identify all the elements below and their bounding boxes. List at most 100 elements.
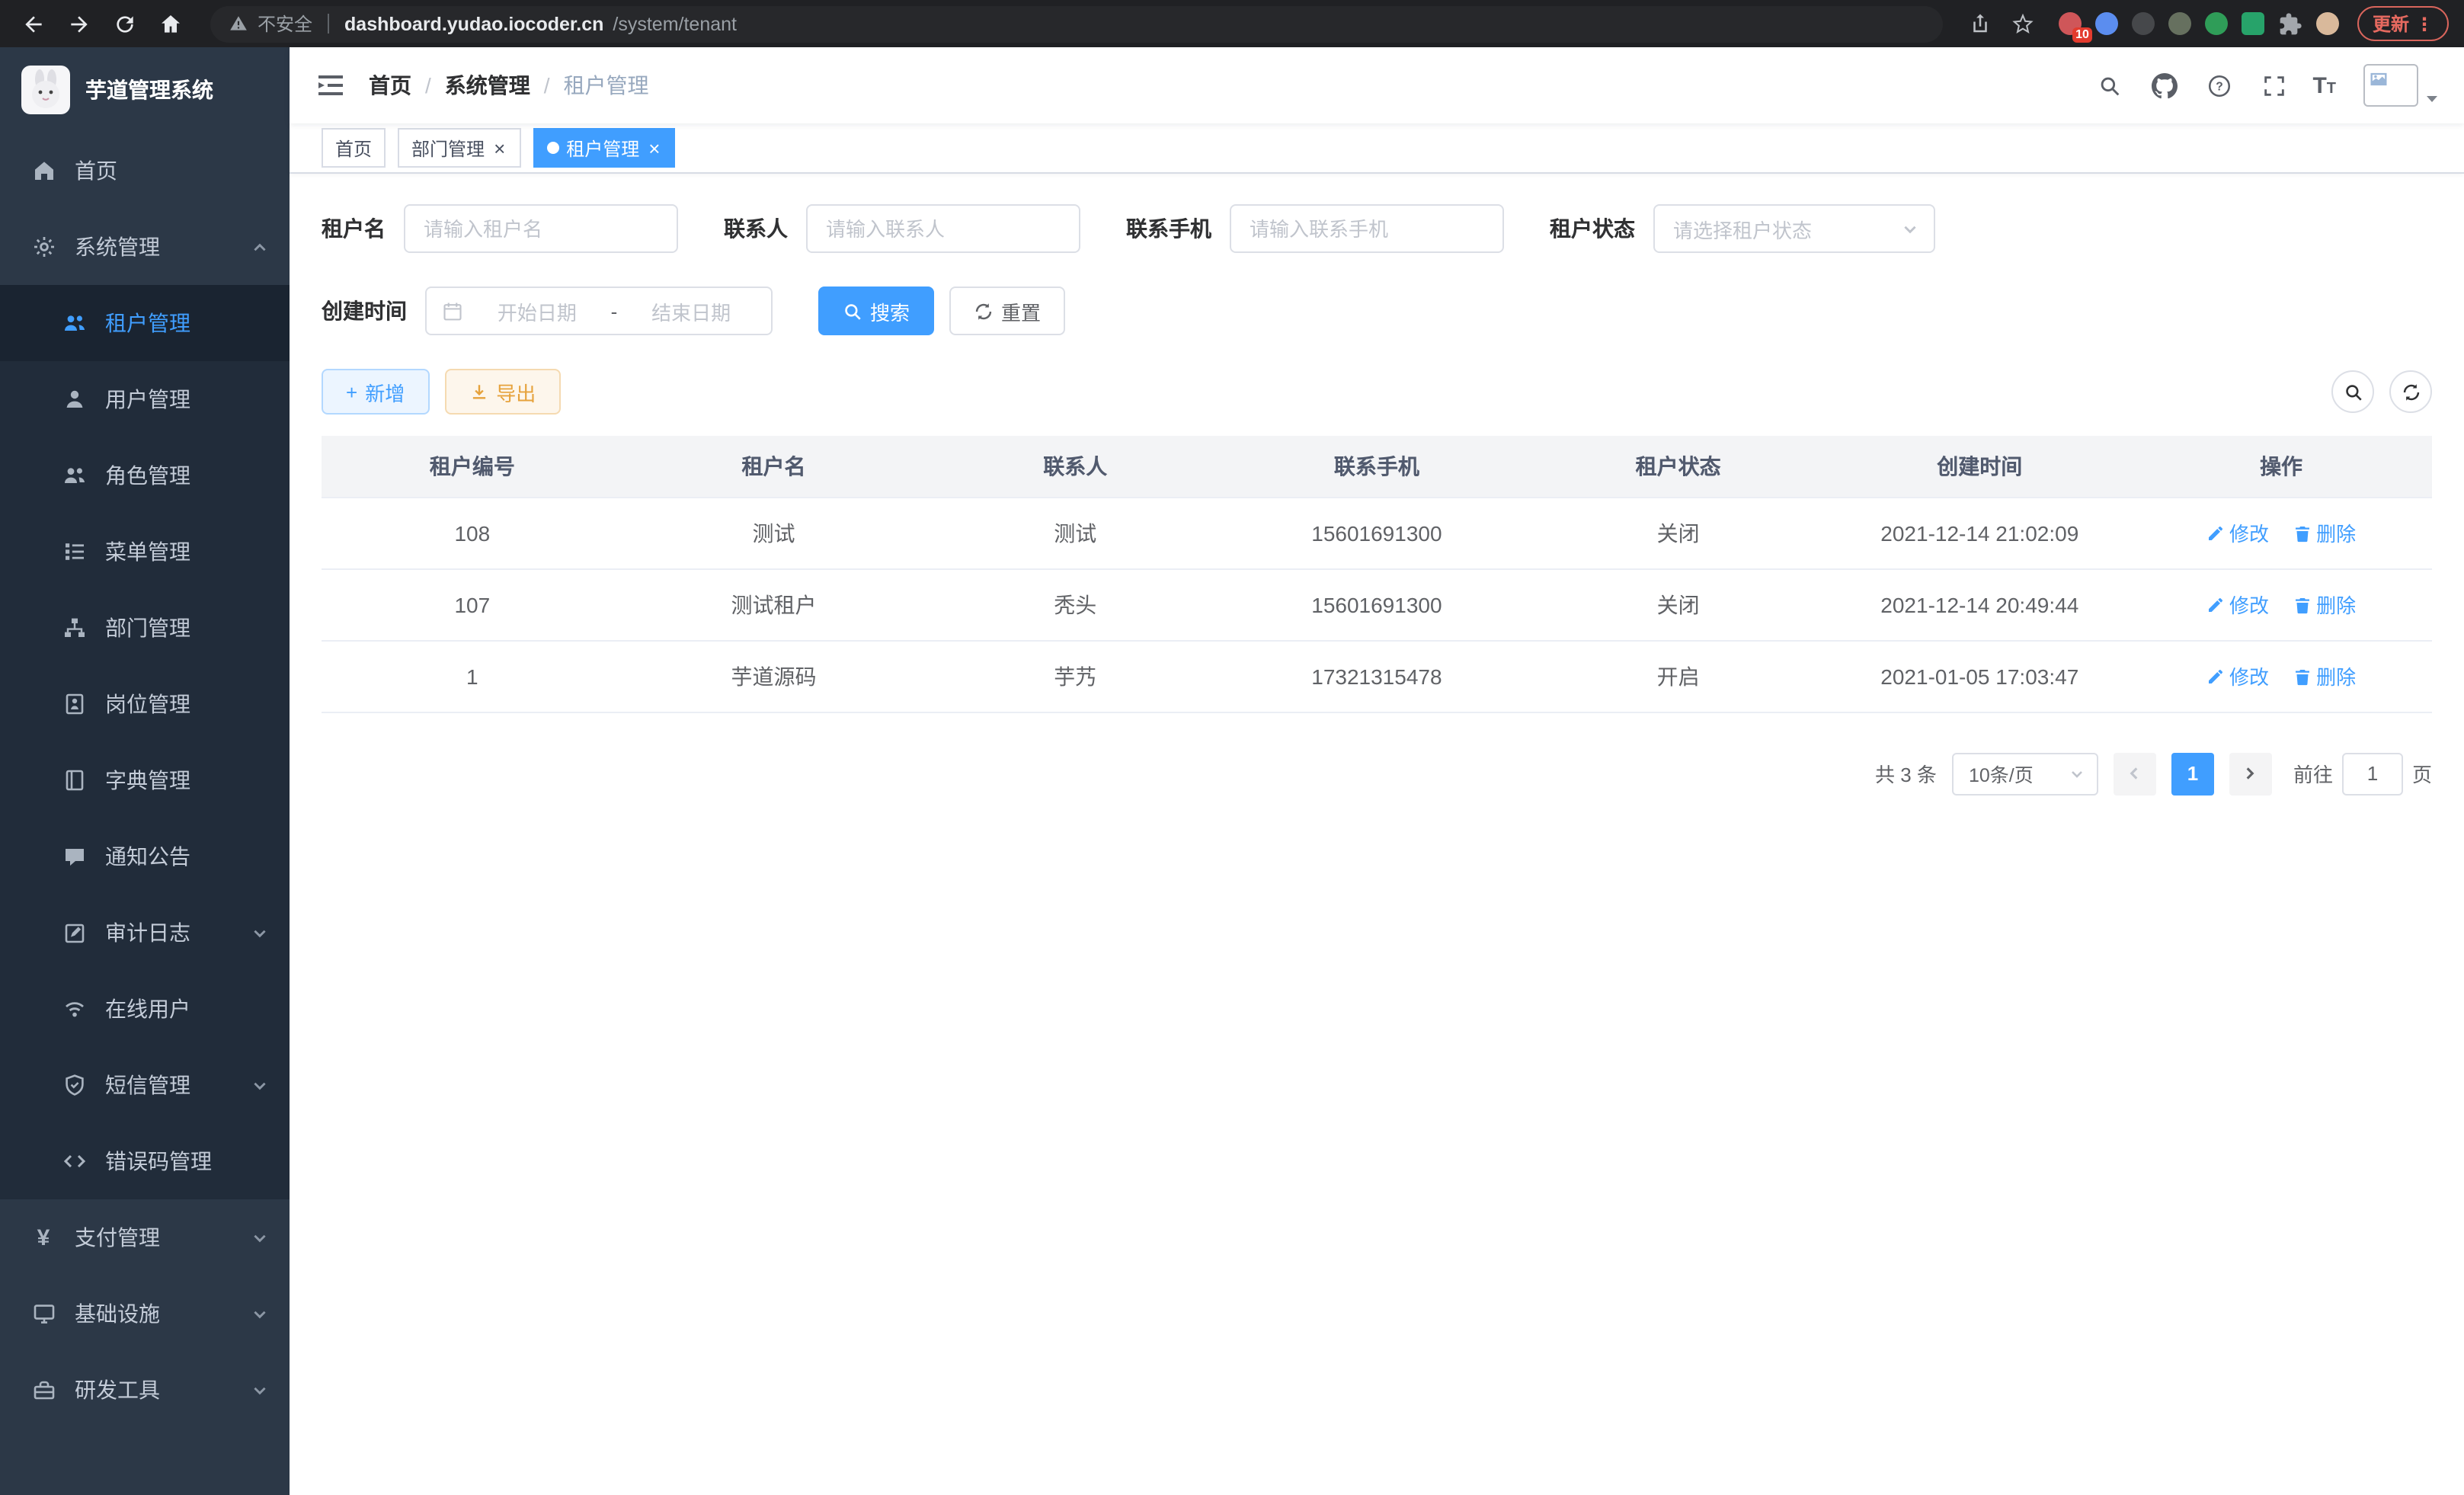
sidebar-item-label: 基础设施: [75, 1298, 160, 1329]
bookmark-star-icon[interactable]: [2007, 7, 2040, 40]
sidebar-item-dept-management[interactable]: 部门管理: [0, 590, 290, 666]
add-button[interactable]: + 新增: [322, 369, 429, 415]
tab-dept-management[interactable]: 部门管理 ×: [398, 128, 520, 168]
col-phone: 联系手机: [1226, 436, 1528, 497]
date-range-picker[interactable]: 开始日期 - 结束日期: [425, 287, 773, 335]
sidebar-item-post-management[interactable]: 岗位管理: [0, 666, 290, 742]
delete-link[interactable]: 删除: [2293, 661, 2356, 690]
tab-tenant-management[interactable]: 租户管理 ×: [533, 128, 675, 168]
close-icon[interactable]: ×: [492, 138, 507, 158]
breadcrumb-home[interactable]: 首页: [369, 70, 411, 101]
chrome-update-button[interactable]: 更新 ⋮: [2357, 6, 2449, 41]
sidebar-item-audit-log[interactable]: 审计日志: [0, 895, 290, 971]
tab-home[interactable]: 首页: [322, 128, 386, 168]
tenant-name-input[interactable]: [404, 204, 678, 253]
sidebar-item-tenant-management[interactable]: 租户管理: [0, 285, 290, 361]
page-number-1[interactable]: 1: [2171, 752, 2214, 795]
cell-tenant-id: 108: [322, 497, 623, 568]
caret-down-icon: [2424, 91, 2440, 107]
search-button[interactable]: 搜索: [818, 287, 934, 335]
edit-link[interactable]: 修改: [2206, 590, 2269, 619]
extension-icon[interactable]: [2205, 12, 2228, 35]
omnibox-divider: [328, 14, 329, 34]
fullscreen-icon[interactable]: [2258, 69, 2291, 102]
search-icon[interactable]: [2093, 69, 2126, 102]
forward-icon[interactable]: [61, 5, 98, 42]
edit-link[interactable]: 修改: [2206, 661, 2269, 690]
delete-link[interactable]: 删除: [2293, 518, 2356, 547]
page-size-select[interactable]: 10条/页: [1952, 752, 2098, 795]
extension-icon[interactable]: 10: [2059, 12, 2082, 35]
phone-input[interactable]: [1230, 204, 1504, 253]
cell-contact: 芋艿: [924, 640, 1226, 712]
goto-page-input[interactable]: [2342, 752, 2403, 795]
sidebar-item-home[interactable]: 首页: [0, 133, 290, 209]
url-host: dashboard.yudao.iocoder.cn: [344, 13, 603, 34]
sidebar-item-menu-management[interactable]: 菜单管理: [0, 514, 290, 590]
yen-icon: ¥: [30, 1224, 56, 1250]
trash-icon: [2293, 667, 2312, 685]
wifi-icon: [61, 996, 87, 1022]
home-icon[interactable]: [152, 5, 189, 42]
share-icon[interactable]: [1964, 7, 1998, 40]
col-tenant-id: 租户编号: [322, 436, 623, 497]
edit-link[interactable]: 修改: [2206, 518, 2269, 547]
refresh-button[interactable]: [2389, 370, 2432, 413]
help-icon[interactable]: ?: [2203, 69, 2236, 102]
sidebar-item-label: 用户管理: [105, 384, 190, 415]
close-icon[interactable]: ×: [647, 138, 661, 158]
github-icon[interactable]: [2148, 69, 2181, 102]
extension-icon[interactable]: [2095, 12, 2118, 35]
sidebar-item-label: 在线用户: [105, 994, 190, 1024]
next-page-button[interactable]: [2229, 752, 2272, 795]
app-window: 不安全 dashboard.yudao.iocoder.cn/system/te…: [0, 0, 2464, 1495]
chevron-right-icon: [2242, 765, 2259, 782]
contact-input[interactable]: [806, 204, 1080, 253]
goto-label: 前往: [2293, 759, 2333, 788]
reset-button-label: 重置: [1001, 296, 1041, 325]
sidebar-item-user-management[interactable]: 用户管理: [0, 361, 290, 437]
export-button[interactable]: 导出: [444, 369, 560, 415]
prev-page-button[interactable]: [2114, 752, 2156, 795]
sidebar-item-label: 短信管理: [105, 1070, 190, 1100]
sidebar-item-online-users[interactable]: 在线用户: [0, 971, 290, 1047]
extensions-puzzle-icon[interactable]: [2278, 11, 2302, 36]
sidebar-item-system-management[interactable]: 系统管理: [0, 209, 290, 285]
delete-link[interactable]: 删除: [2293, 590, 2356, 619]
sidebar-item-error-code[interactable]: 错误码管理: [0, 1123, 290, 1199]
cell-actions: 修改删除: [2130, 568, 2432, 640]
sidebar-item-dev-tools[interactable]: 研发工具: [0, 1352, 290, 1428]
end-date-placeholder: 结束日期: [626, 296, 756, 325]
comment-icon: [61, 844, 87, 869]
profile-avatar-icon[interactable]: [2316, 12, 2339, 35]
reset-button[interactable]: 重置: [949, 287, 1065, 335]
logo[interactable]: 芋道管理系统: [0, 47, 290, 133]
status-select[interactable]: 请选择租户状态: [1653, 204, 1935, 253]
sidebar-item-infrastructure[interactable]: 基础设施: [0, 1276, 290, 1352]
sidebar-item-dict-management[interactable]: 字典管理: [0, 742, 290, 818]
phone-label: 联系手机: [1126, 213, 1211, 244]
add-button-label: 新增: [365, 377, 405, 406]
reload-icon[interactable]: [107, 5, 143, 42]
cell-created: 2021-12-14 21:02:09: [1829, 497, 2130, 568]
cell-contact: 秃头: [924, 568, 1226, 640]
user-menu[interactable]: [2363, 64, 2440, 107]
back-icon[interactable]: [15, 5, 52, 42]
font-size-icon[interactable]: TT: [2312, 74, 2336, 97]
extension-icon[interactable]: [2242, 12, 2264, 35]
extension-icon[interactable]: [2132, 12, 2155, 35]
sidebar-item-role-management[interactable]: 角色管理: [0, 437, 290, 514]
extension-icon[interactable]: [2168, 12, 2191, 35]
home-icon: [30, 158, 56, 184]
sidebar-item-pay-management[interactable]: ¥ 支付管理: [0, 1199, 290, 1276]
sidebar-item-label: 错误码管理: [105, 1146, 212, 1176]
address-bar[interactable]: 不安全 dashboard.yudao.iocoder.cn/system/te…: [210, 5, 1943, 42]
toggle-search-button[interactable]: [2331, 370, 2374, 413]
table-row: 1 芋道源码 芋艿 17321315478 开启 2021-01-05 17:0…: [322, 640, 2432, 712]
sidebar-item-notice[interactable]: 通知公告: [0, 818, 290, 895]
sidebar-collapse-icon[interactable]: [314, 69, 347, 102]
search-button-label: 搜索: [870, 296, 910, 325]
breadcrumb-system[interactable]: 系统管理: [445, 70, 530, 101]
code-icon: [61, 1148, 87, 1174]
sidebar-item-sms-management[interactable]: 短信管理: [0, 1047, 290, 1123]
